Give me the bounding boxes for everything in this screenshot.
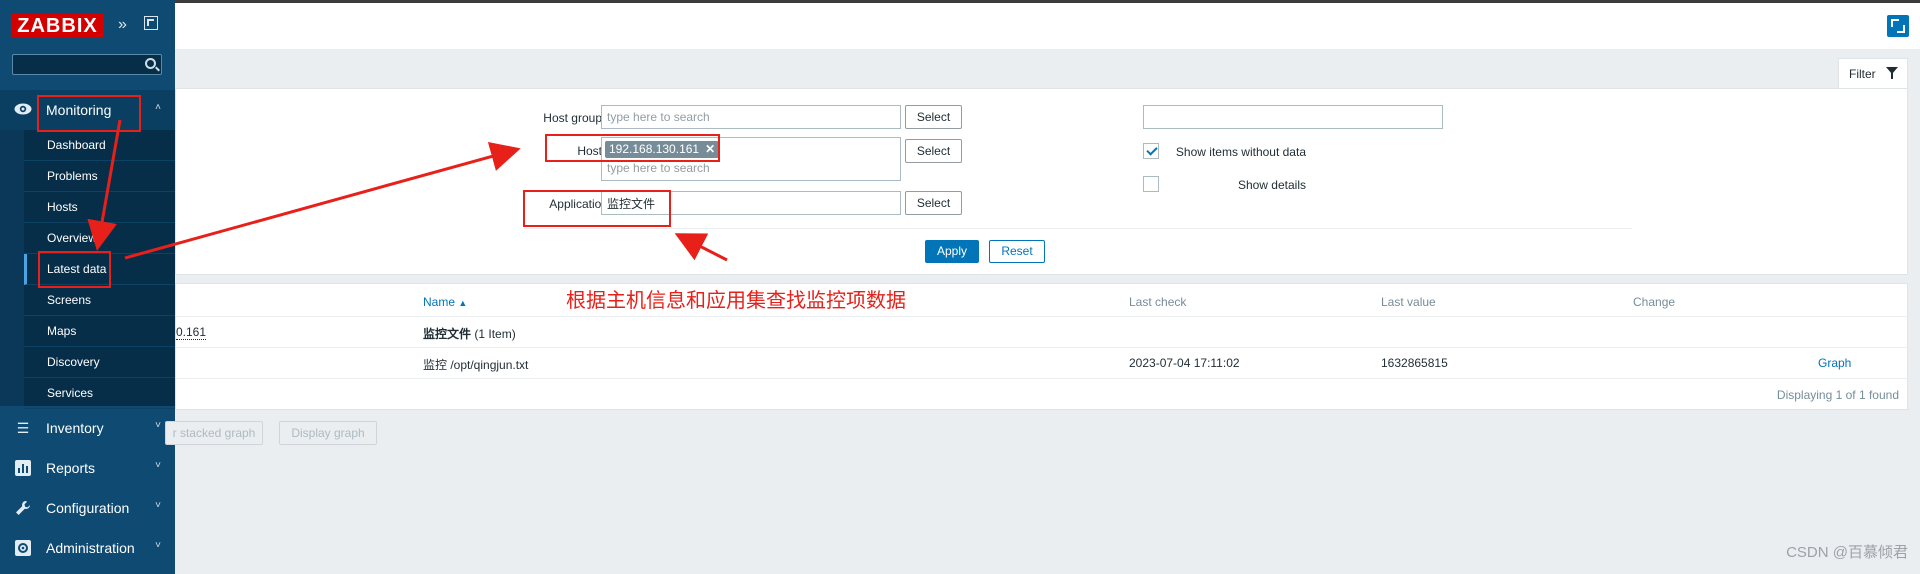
csdn-watermark: CSDN @百慕倾君 xyxy=(1786,544,1908,561)
annotation-text: 根据主机信息和应用集查找监控项数据 xyxy=(566,290,906,312)
annotation-arrows xyxy=(87,119,728,262)
annotation-arrow-down xyxy=(87,119,122,251)
annotation-arrow-hosts xyxy=(124,141,521,260)
annotation-arrow-application xyxy=(674,233,728,262)
